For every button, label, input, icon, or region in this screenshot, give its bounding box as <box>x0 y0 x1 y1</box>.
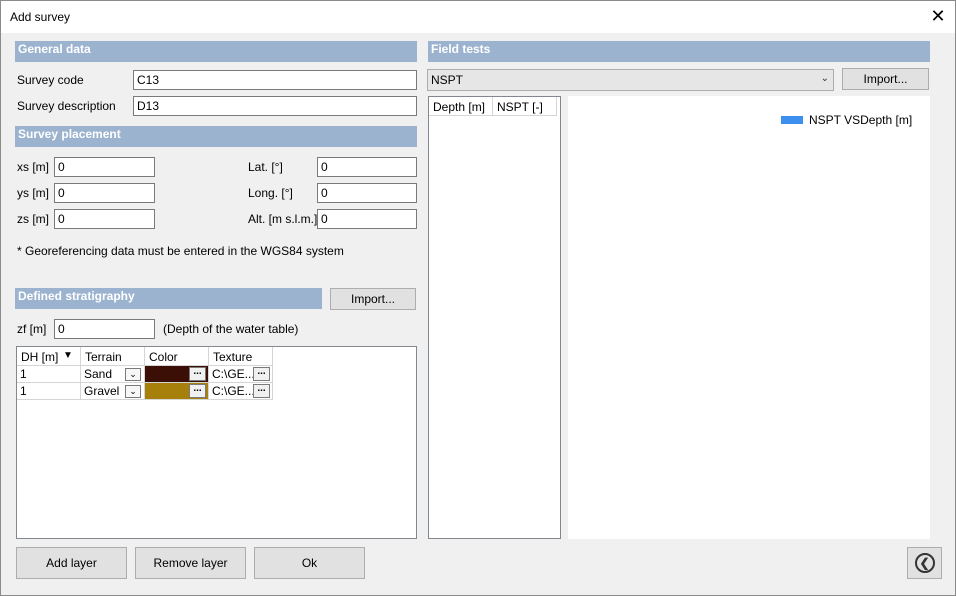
row1-color-swatch[interactable]: ... <box>145 366 209 383</box>
nspt-chart: NSPT VSDepth [m] <box>568 96 930 539</box>
row1-texture-value: C:\GE... <box>212 367 255 381</box>
chevron-left-icon: ❮ <box>914 553 935 573</box>
column-header-nspt[interactable]: NSPT [-] <box>493 97 557 116</box>
stratigraphy-import-button[interactable]: Import... <box>330 288 416 310</box>
column-header-dh-label: DH [m] <box>21 350 59 364</box>
row2-terrain-value: Gravel <box>84 384 120 398</box>
sort-desc-icon: ▼ <box>63 350 73 361</box>
zs-input[interactable]: 0 <box>54 209 155 229</box>
column-header-texture[interactable]: Texture <box>209 347 273 366</box>
xs-label: xs [m] <box>17 160 49 174</box>
row1-terrain-value: Sand <box>84 367 113 381</box>
lat-label: Lat. [°] <box>248 160 283 174</box>
field-test-table: Depth [m] NSPT [-] <box>428 96 561 539</box>
ok-button[interactable]: Ok <box>254 547 365 579</box>
alt-label: Alt. [m s.l.m.] <box>248 212 318 226</box>
survey-code-label: Survey code <box>17 73 84 87</box>
row2-color-swatch[interactable]: ... <box>145 383 209 400</box>
georeferencing-note: * Georeferencing data must be entered in… <box>17 244 344 258</box>
row1-color-picker-button[interactable]: ... <box>189 367 206 381</box>
general-data-header: General data <box>15 41 417 62</box>
column-header-dh[interactable]: DH [m] ▼ <box>17 347 81 366</box>
row2-terrain[interactable]: Gravel ⌄ <box>81 383 145 400</box>
zf-input[interactable]: 0 <box>54 319 155 339</box>
alt-input[interactable]: 0 <box>317 209 417 229</box>
field-tests-import-button[interactable]: Import... <box>842 68 929 90</box>
long-input[interactable]: 0 <box>317 183 417 203</box>
survey-description-input[interactable]: D13 <box>133 96 417 116</box>
column-header-color[interactable]: Color <box>145 347 209 366</box>
ys-input[interactable]: 0 <box>54 183 155 203</box>
row1-terrain[interactable]: Sand ⌄ <box>81 366 145 383</box>
zf-label: zf [m] <box>17 322 47 336</box>
stratigraphy-table: DH [m] ▼ Terrain Color Texture 1 Sand ⌄ … <box>16 346 417 539</box>
chevron-down-icon: ⌄ <box>820 73 829 84</box>
row1-texture-browse-button[interactable]: ... <box>253 367 270 381</box>
row2-dh[interactable]: 1 <box>17 383 81 400</box>
long-label: Long. [°] <box>248 186 293 200</box>
ys-label: ys [m] <box>17 186 49 200</box>
column-header-depth[interactable]: Depth [m] <box>429 97 493 116</box>
remove-layer-button[interactable]: Remove layer <box>135 547 246 579</box>
legend-swatch <box>781 116 803 124</box>
legend-label: NSPT VSDepth [m] <box>809 113 913 127</box>
chevron-down-icon[interactable]: ⌄ <box>125 385 141 398</box>
survey-description-label: Survey description <box>17 99 116 113</box>
chevron-down-icon[interactable]: ⌄ <box>125 368 141 381</box>
field-test-select[interactable]: NSPT ⌄ <box>427 69 834 91</box>
window-title: Add survey <box>10 10 71 24</box>
add-layer-button[interactable]: Add layer <box>16 547 127 579</box>
defined-stratigraphy-header: Defined stratigraphy <box>15 288 322 309</box>
survey-code-input[interactable]: C13 <box>133 70 417 90</box>
row1-dh[interactable]: 1 <box>17 366 81 383</box>
xs-input[interactable]: 0 <box>54 157 155 177</box>
field-test-selected-value: NSPT <box>431 73 464 87</box>
title-bar: Add survey ✕ <box>1 1 955 33</box>
row2-texture-browse-button[interactable]: ... <box>253 384 270 398</box>
close-icon[interactable]: ✕ <box>927 5 949 27</box>
add-survey-dialog: Add survey ✕ General data Survey code C1… <box>0 0 956 596</box>
field-tests-header: Field tests <box>428 41 930 62</box>
survey-placement-header: Survey placement <box>15 126 417 147</box>
lat-input[interactable]: 0 <box>317 157 417 177</box>
zs-label: zs [m] <box>17 212 49 226</box>
row2-texture-value: C:\GE... <box>212 384 255 398</box>
row2-texture[interactable]: C:\GE... ... <box>209 383 273 400</box>
row2-color-picker-button[interactable]: ... <box>189 384 206 398</box>
zf-note: (Depth of the water table) <box>163 322 299 336</box>
row1-texture[interactable]: C:\GE... ... <box>209 366 273 383</box>
column-header-terrain[interactable]: Terrain <box>81 347 145 366</box>
back-button[interactable]: ❮ <box>907 547 942 579</box>
